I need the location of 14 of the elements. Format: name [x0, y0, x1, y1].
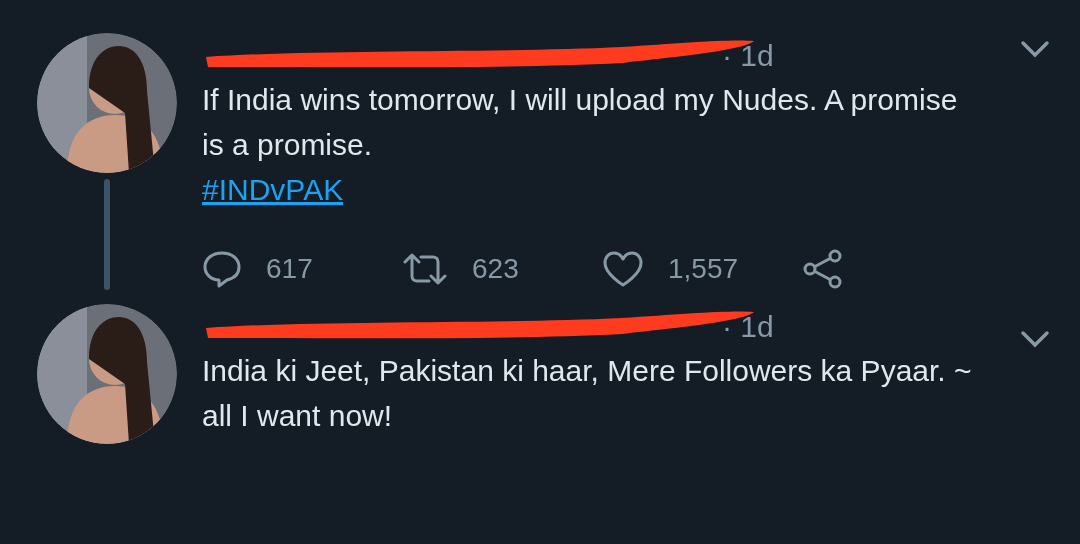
- retweet-count: 623: [472, 252, 519, 286]
- like-count: 1,557: [668, 252, 739, 286]
- retweet-icon[interactable]: [402, 252, 448, 286]
- tweet-text: India ki Jeet, Pakistan ki haar, Mere Followers ka Pyaar. ~ all I want now!: [202, 353, 973, 434]
- share-icon[interactable]: [802, 249, 844, 289]
- chevron-icon[interactable]: [1020, 40, 1050, 58]
- heart-icon[interactable]: [602, 250, 644, 288]
- chevron-icon[interactable]: [1020, 330, 1050, 348]
- tweet-text: If India wins tomorrow, I will upload my Nudes. A promise is a promise.: [202, 82, 959, 163]
- timestamp: · 1d: [722, 308, 774, 345]
- timestamp: · 1d: [722, 37, 774, 74]
- reply-icon[interactable]: [202, 250, 242, 288]
- hashtag-link[interactable]: #INDvPAK: [202, 167, 344, 212]
- reply-count: 617: [266, 252, 313, 286]
